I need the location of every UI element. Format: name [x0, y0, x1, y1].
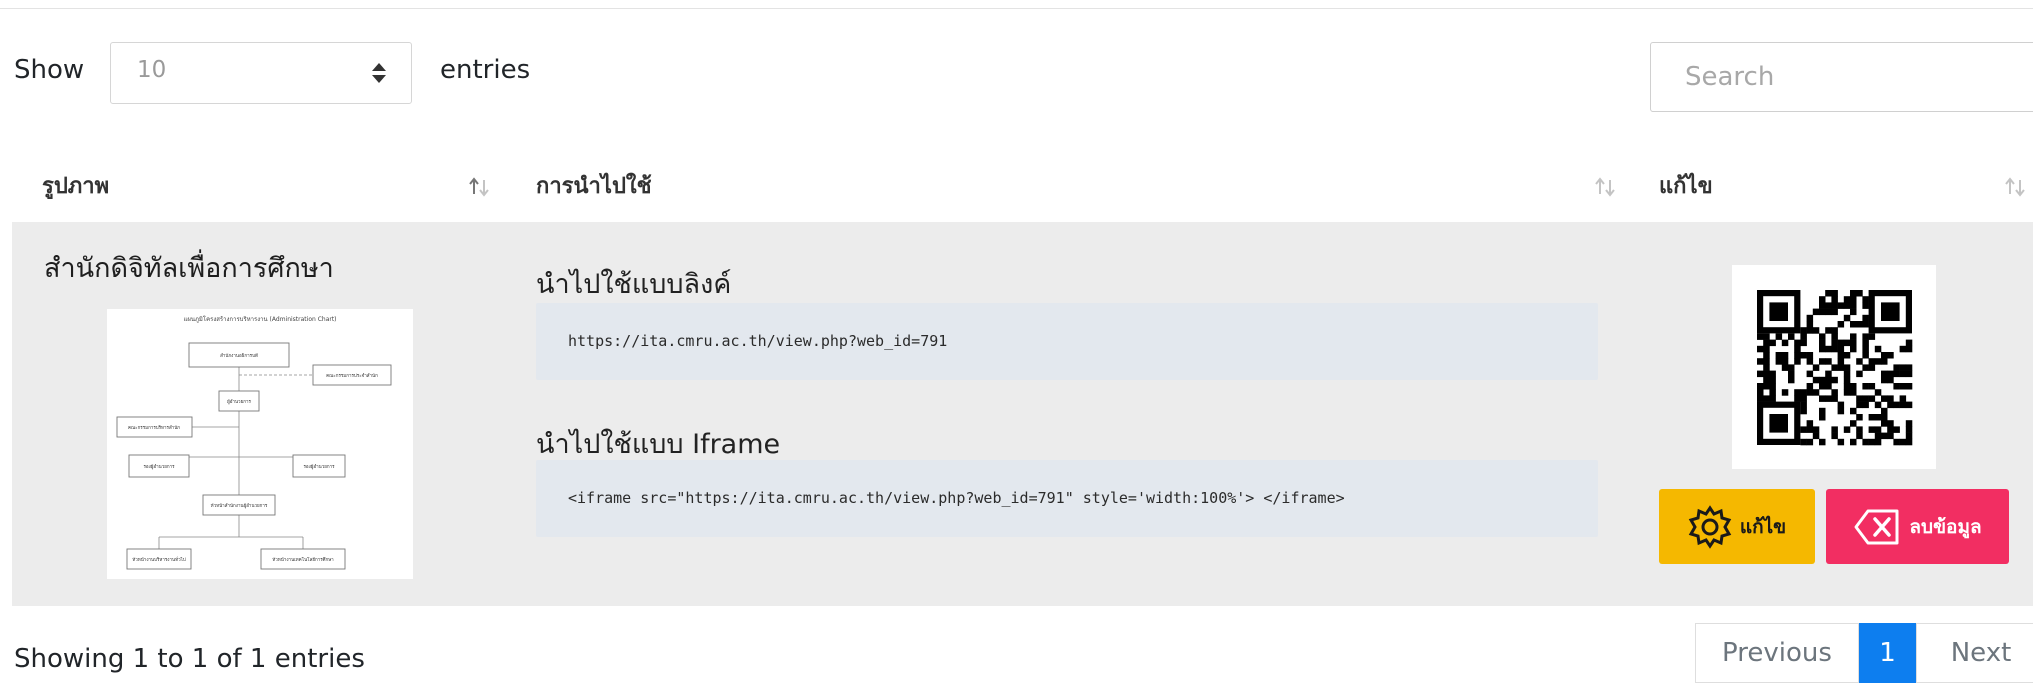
link-code-box[interactable]: https://ita.cmru.ac.th/view.php?web_id=7…: [536, 303, 1598, 380]
qr-code-graphic: [1757, 290, 1913, 446]
backspace-x-icon: [1854, 509, 1899, 544]
sort-icon[interactable]: [467, 176, 491, 198]
sort-icon[interactable]: [1593, 176, 1617, 198]
pagination-page-1[interactable]: 1: [1859, 623, 1916, 683]
sort-icon[interactable]: [2003, 176, 2027, 198]
department-name: สำนักดิจิทัลเพื่อการศึกษา: [44, 253, 334, 284]
org-chart-thumbnail[interactable]: แผนภูมิโครงสร้างการบริหารงาน (Administra…: [107, 309, 413, 579]
org-box-label: รองผู้อำนวยการ: [143, 463, 175, 470]
column-header-edit[interactable]: แก้ไข: [1659, 168, 1713, 203]
column-header-usage[interactable]: การนำไปใช้: [536, 168, 652, 203]
org-box-label: สำนักงานอธิการบดี: [220, 352, 258, 359]
org-box-label: คณะกรรมการประจำสำนัก: [326, 372, 378, 379]
top-divider: [0, 8, 2033, 9]
gear-icon: [1688, 504, 1732, 549]
org-box-label: หัวหน้างานเทคโนโลยีการศึกษา: [272, 556, 334, 563]
pagination-next[interactable]: Next: [1916, 623, 2033, 683]
org-box-label: หัวหน้างานบริหารงานทั่วไป: [132, 556, 186, 563]
link-usage-title: นำไปใช้แบบลิงค์: [536, 269, 732, 300]
entries-per-page-select[interactable]: 10: [110, 42, 412, 104]
select-arrows-icon: [372, 63, 386, 83]
show-label: Show: [14, 55, 85, 85]
delete-button[interactable]: ลบข้อมูล: [1826, 489, 2009, 564]
org-chart-title: แผนภูมิโครงสร้างการบริหารงาน (Administra…: [183, 315, 336, 323]
delete-button-label: ลบข้อมูล: [1909, 515, 1982, 538]
org-box-label: ผู้อำนวยการ: [227, 398, 251, 405]
edit-button[interactable]: แก้ไข: [1659, 489, 1815, 564]
iframe-usage-title: นำไปใช้แบบ Iframe: [536, 429, 781, 460]
entries-per-page-value: 10: [137, 57, 167, 83]
edit-button-label: แก้ไข: [1739, 515, 1787, 538]
table-info: Showing 1 to 1 of 1 entries: [14, 644, 365, 674]
iframe-code-box[interactable]: <iframe src="https://ita.cmru.ac.th/view…: [536, 460, 1598, 537]
search-input[interactable]: [1650, 42, 2033, 112]
pagination-previous[interactable]: Previous: [1695, 623, 1859, 683]
column-header-image[interactable]: รูปภาพ: [42, 168, 109, 203]
org-box-label: คณะกรรมการบริหารสำนัก: [128, 424, 180, 431]
entries-label: entries: [440, 55, 531, 85]
org-chart-diagram: แผนภูมิโครงสร้างการบริหารงาน (Administra…: [116, 315, 392, 570]
org-box-label: หัวหน้าสำนักงานผู้อำนวยการ: [211, 502, 268, 509]
qr-code-icon: [1732, 265, 1936, 469]
org-box-label: รองผู้อำนวยการ: [303, 463, 335, 470]
